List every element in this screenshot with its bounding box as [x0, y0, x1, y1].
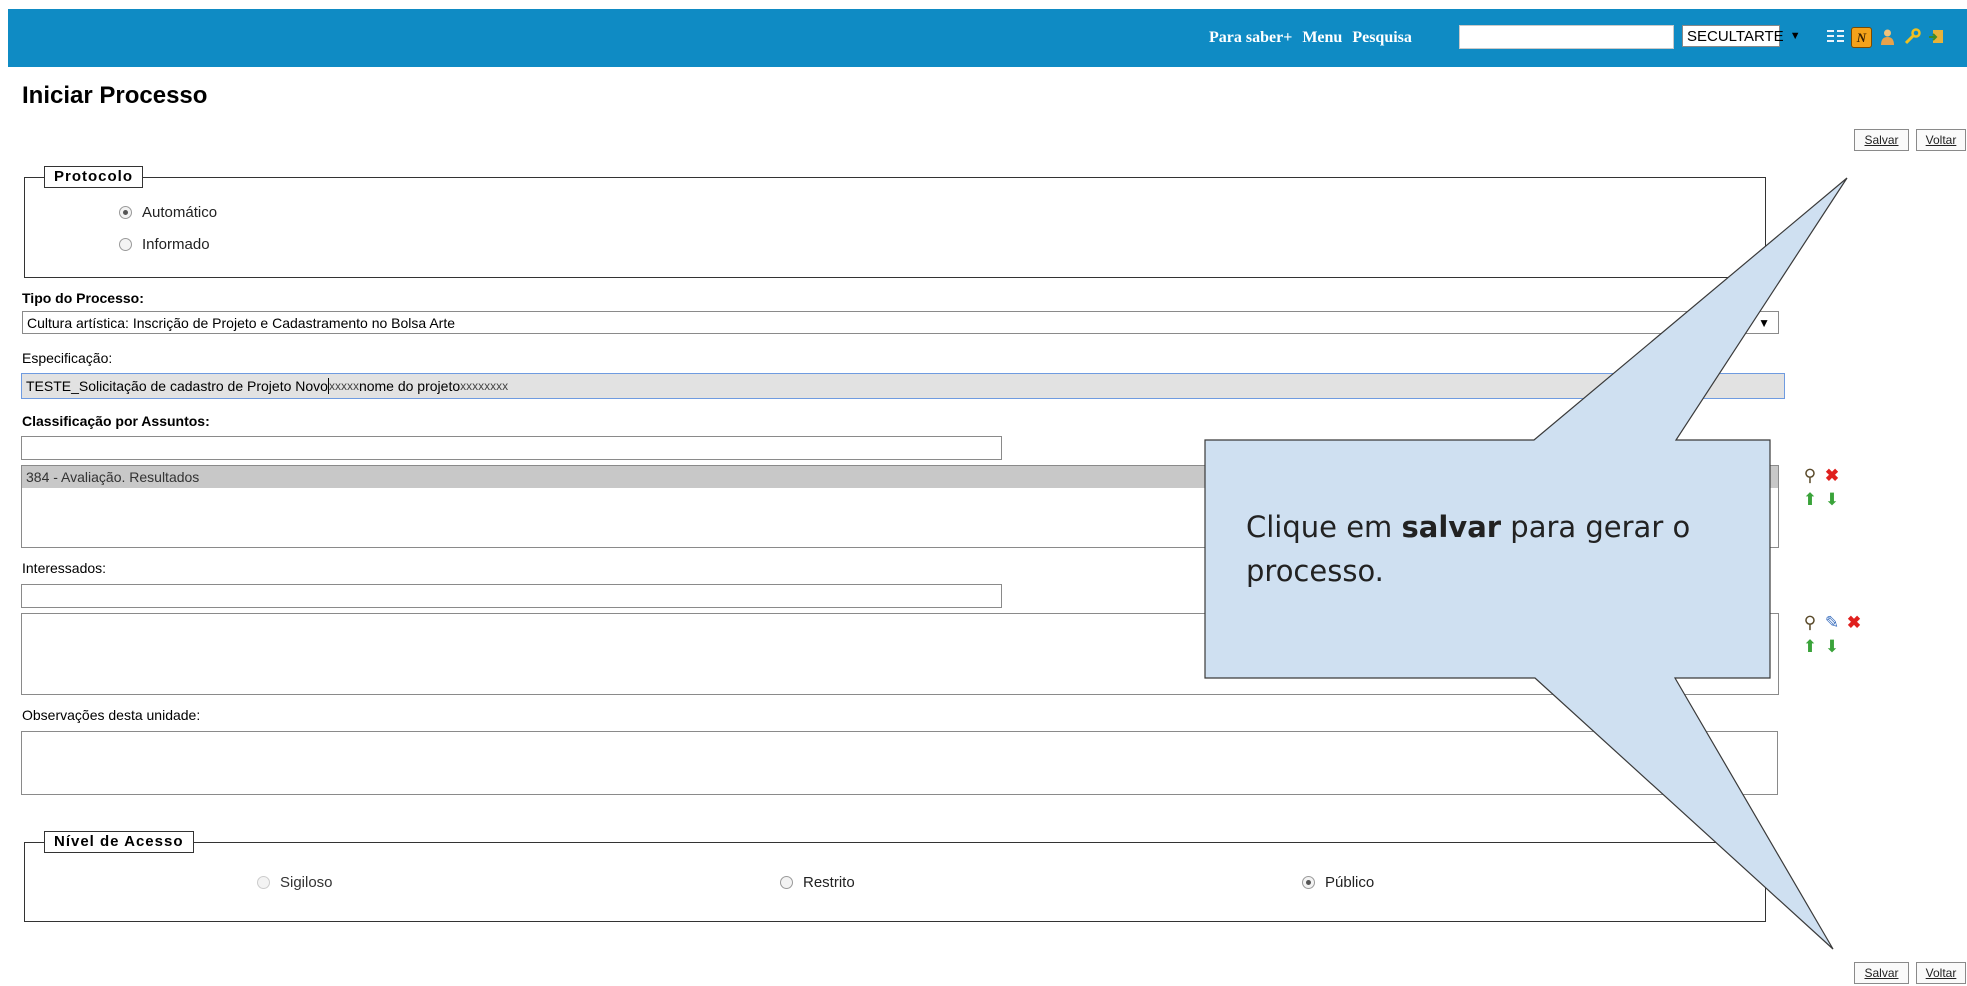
- callout-text-bold: salvar: [1401, 510, 1502, 544]
- callout-shape: [1204, 177, 1848, 950]
- callout-text-part: Clique em: [1246, 510, 1402, 544]
- callout-text: Clique em salvar para gerar o processo.: [1246, 505, 1776, 593]
